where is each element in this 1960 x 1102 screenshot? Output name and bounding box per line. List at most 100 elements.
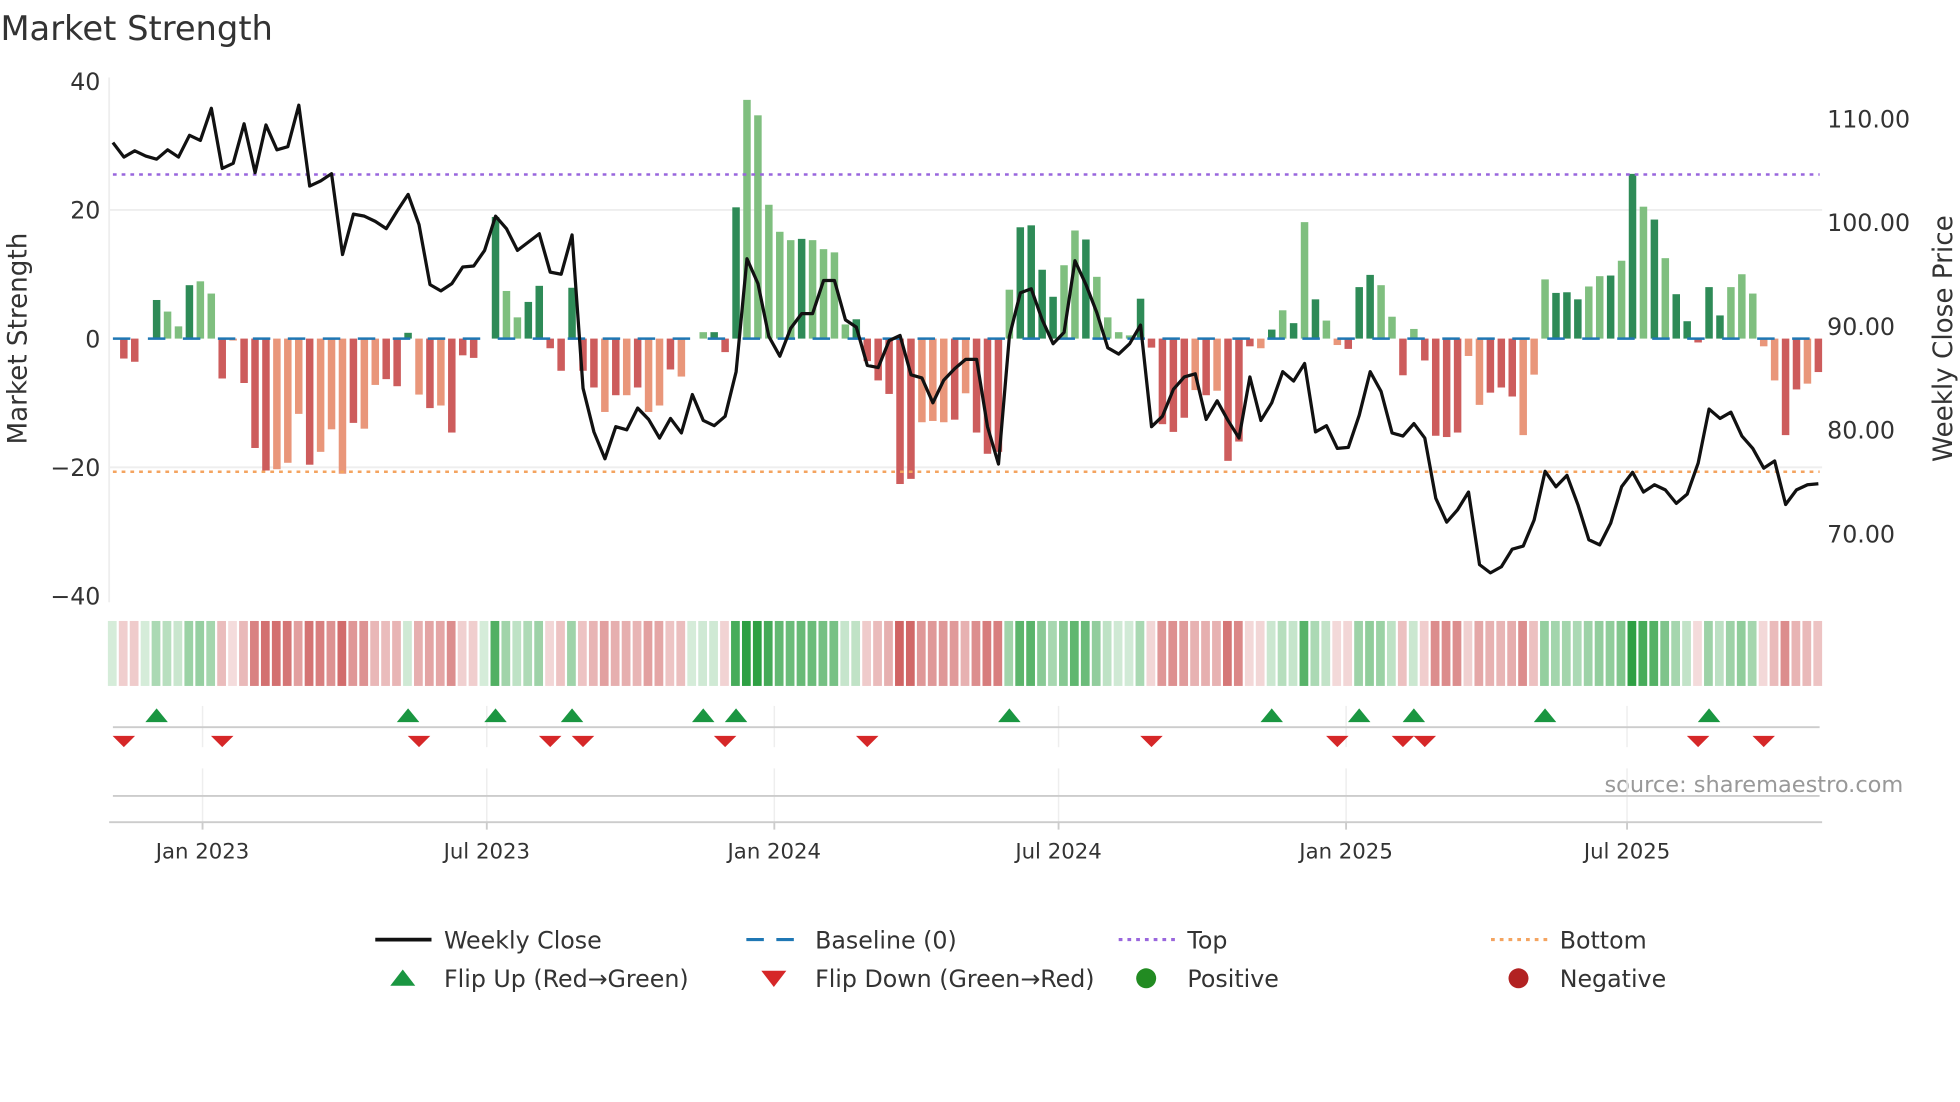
strip-cell [1704,620,1713,686]
strength-bar [1770,338,1779,381]
strip-cell [1660,620,1670,686]
strip-cell [151,620,161,686]
strength-bar [644,338,653,412]
strip-cell [796,620,806,686]
strength-bar [371,338,380,385]
strip-cell [271,620,281,686]
strength-bar [1530,338,1538,375]
strip-cell [599,620,609,686]
strength-bar [1552,292,1560,339]
flip-down-marker [407,735,431,748]
strip-cell [752,620,762,686]
strip-cell [118,620,128,686]
strength-bar [1311,299,1320,339]
strip-cell [1223,620,1232,686]
strength-bar [601,338,609,412]
y-right-tick-label: 90.00 [1827,313,1895,341]
strip-cell [348,620,358,686]
strip-cell [1474,620,1484,686]
flip-down-marker [538,735,562,748]
strength-bar [1661,258,1670,339]
strength-bar [808,240,817,339]
strength-bar [1388,316,1396,339]
strength-bar [633,338,642,388]
strip-cell [1299,620,1309,686]
strength-bar [1278,310,1287,339]
legend-label: Bottom [1560,926,1647,954]
strip-cell [1791,620,1801,686]
strip-cell [293,620,303,686]
strength-bar [316,338,325,452]
strip-cell [1321,620,1331,686]
strip-cell [1452,620,1462,686]
strip-cell [1441,620,1451,686]
strength-bar [1585,286,1593,339]
legend-label: Flip Up (Red→Green) [444,965,689,993]
strip-cell [107,620,117,686]
strip-cell [1638,620,1648,686]
strip-cell [884,620,893,686]
strength-bar [929,338,937,421]
strip-cell [1212,620,1221,686]
strength-bar [251,338,259,448]
strip-cell [807,620,817,686]
strength-bar [841,324,850,339]
strip-cell [1124,620,1134,686]
strength-bar [1202,338,1210,396]
y-tick-label: 0 [85,325,100,353]
strip-cell [1769,620,1779,686]
strip-cell [381,620,390,686]
strip-cell [260,620,270,686]
strength-bar [284,338,292,463]
strength-bar [207,293,216,339]
strip-cell [162,620,172,686]
source-label: source: sharemaestro.com [1604,772,1903,798]
strip-cell [676,620,686,686]
strength-bar [666,338,675,370]
strip-cell [895,620,904,686]
strength-bar [1344,338,1353,349]
y-right-tick-label: 110.00 [1827,105,1910,133]
strip-cell [1561,620,1571,686]
strip-cell [370,620,380,686]
strip-cell [971,620,981,686]
strength-bar [1486,338,1495,393]
strip-cell [1616,620,1626,686]
strength-bar [1213,338,1221,391]
strength-bar [1257,338,1265,349]
strip-cell [534,620,544,686]
strength-bar [1267,329,1276,339]
strip-cell [927,620,937,686]
strip-cell [1813,620,1823,686]
strength-bar [1814,338,1823,373]
flip-down-marker [210,735,234,748]
flip-down-marker [112,735,136,748]
flip-up-marker [1697,708,1721,723]
strip-cell [1725,620,1735,686]
strength-bar [1639,206,1648,339]
strip-cell [785,620,795,686]
strip-cell [1583,620,1593,686]
strength-bar [896,338,904,485]
strip-cell [1463,620,1473,686]
strip-cell [545,620,554,686]
strip-cell [949,620,959,686]
strip-cell [1550,620,1560,686]
strength-bar [1453,338,1462,433]
strip-cell [851,620,861,686]
strip-cell [916,620,926,686]
strength-bar [262,338,270,471]
strength-bar [1792,338,1801,390]
flip-down-marker [571,735,595,748]
strength-bar [415,338,423,395]
strip-cell [1376,620,1385,686]
strip-cell [1037,620,1046,686]
strip-cell [1168,620,1178,686]
strip-cell [1780,620,1790,686]
strength-bar [950,338,959,420]
strip-cell [1157,620,1167,686]
y-right-tick-label: 100.00 [1827,209,1910,237]
strip-cell [1026,620,1035,686]
strip-cell [1310,620,1320,686]
strength-bar [349,338,358,423]
